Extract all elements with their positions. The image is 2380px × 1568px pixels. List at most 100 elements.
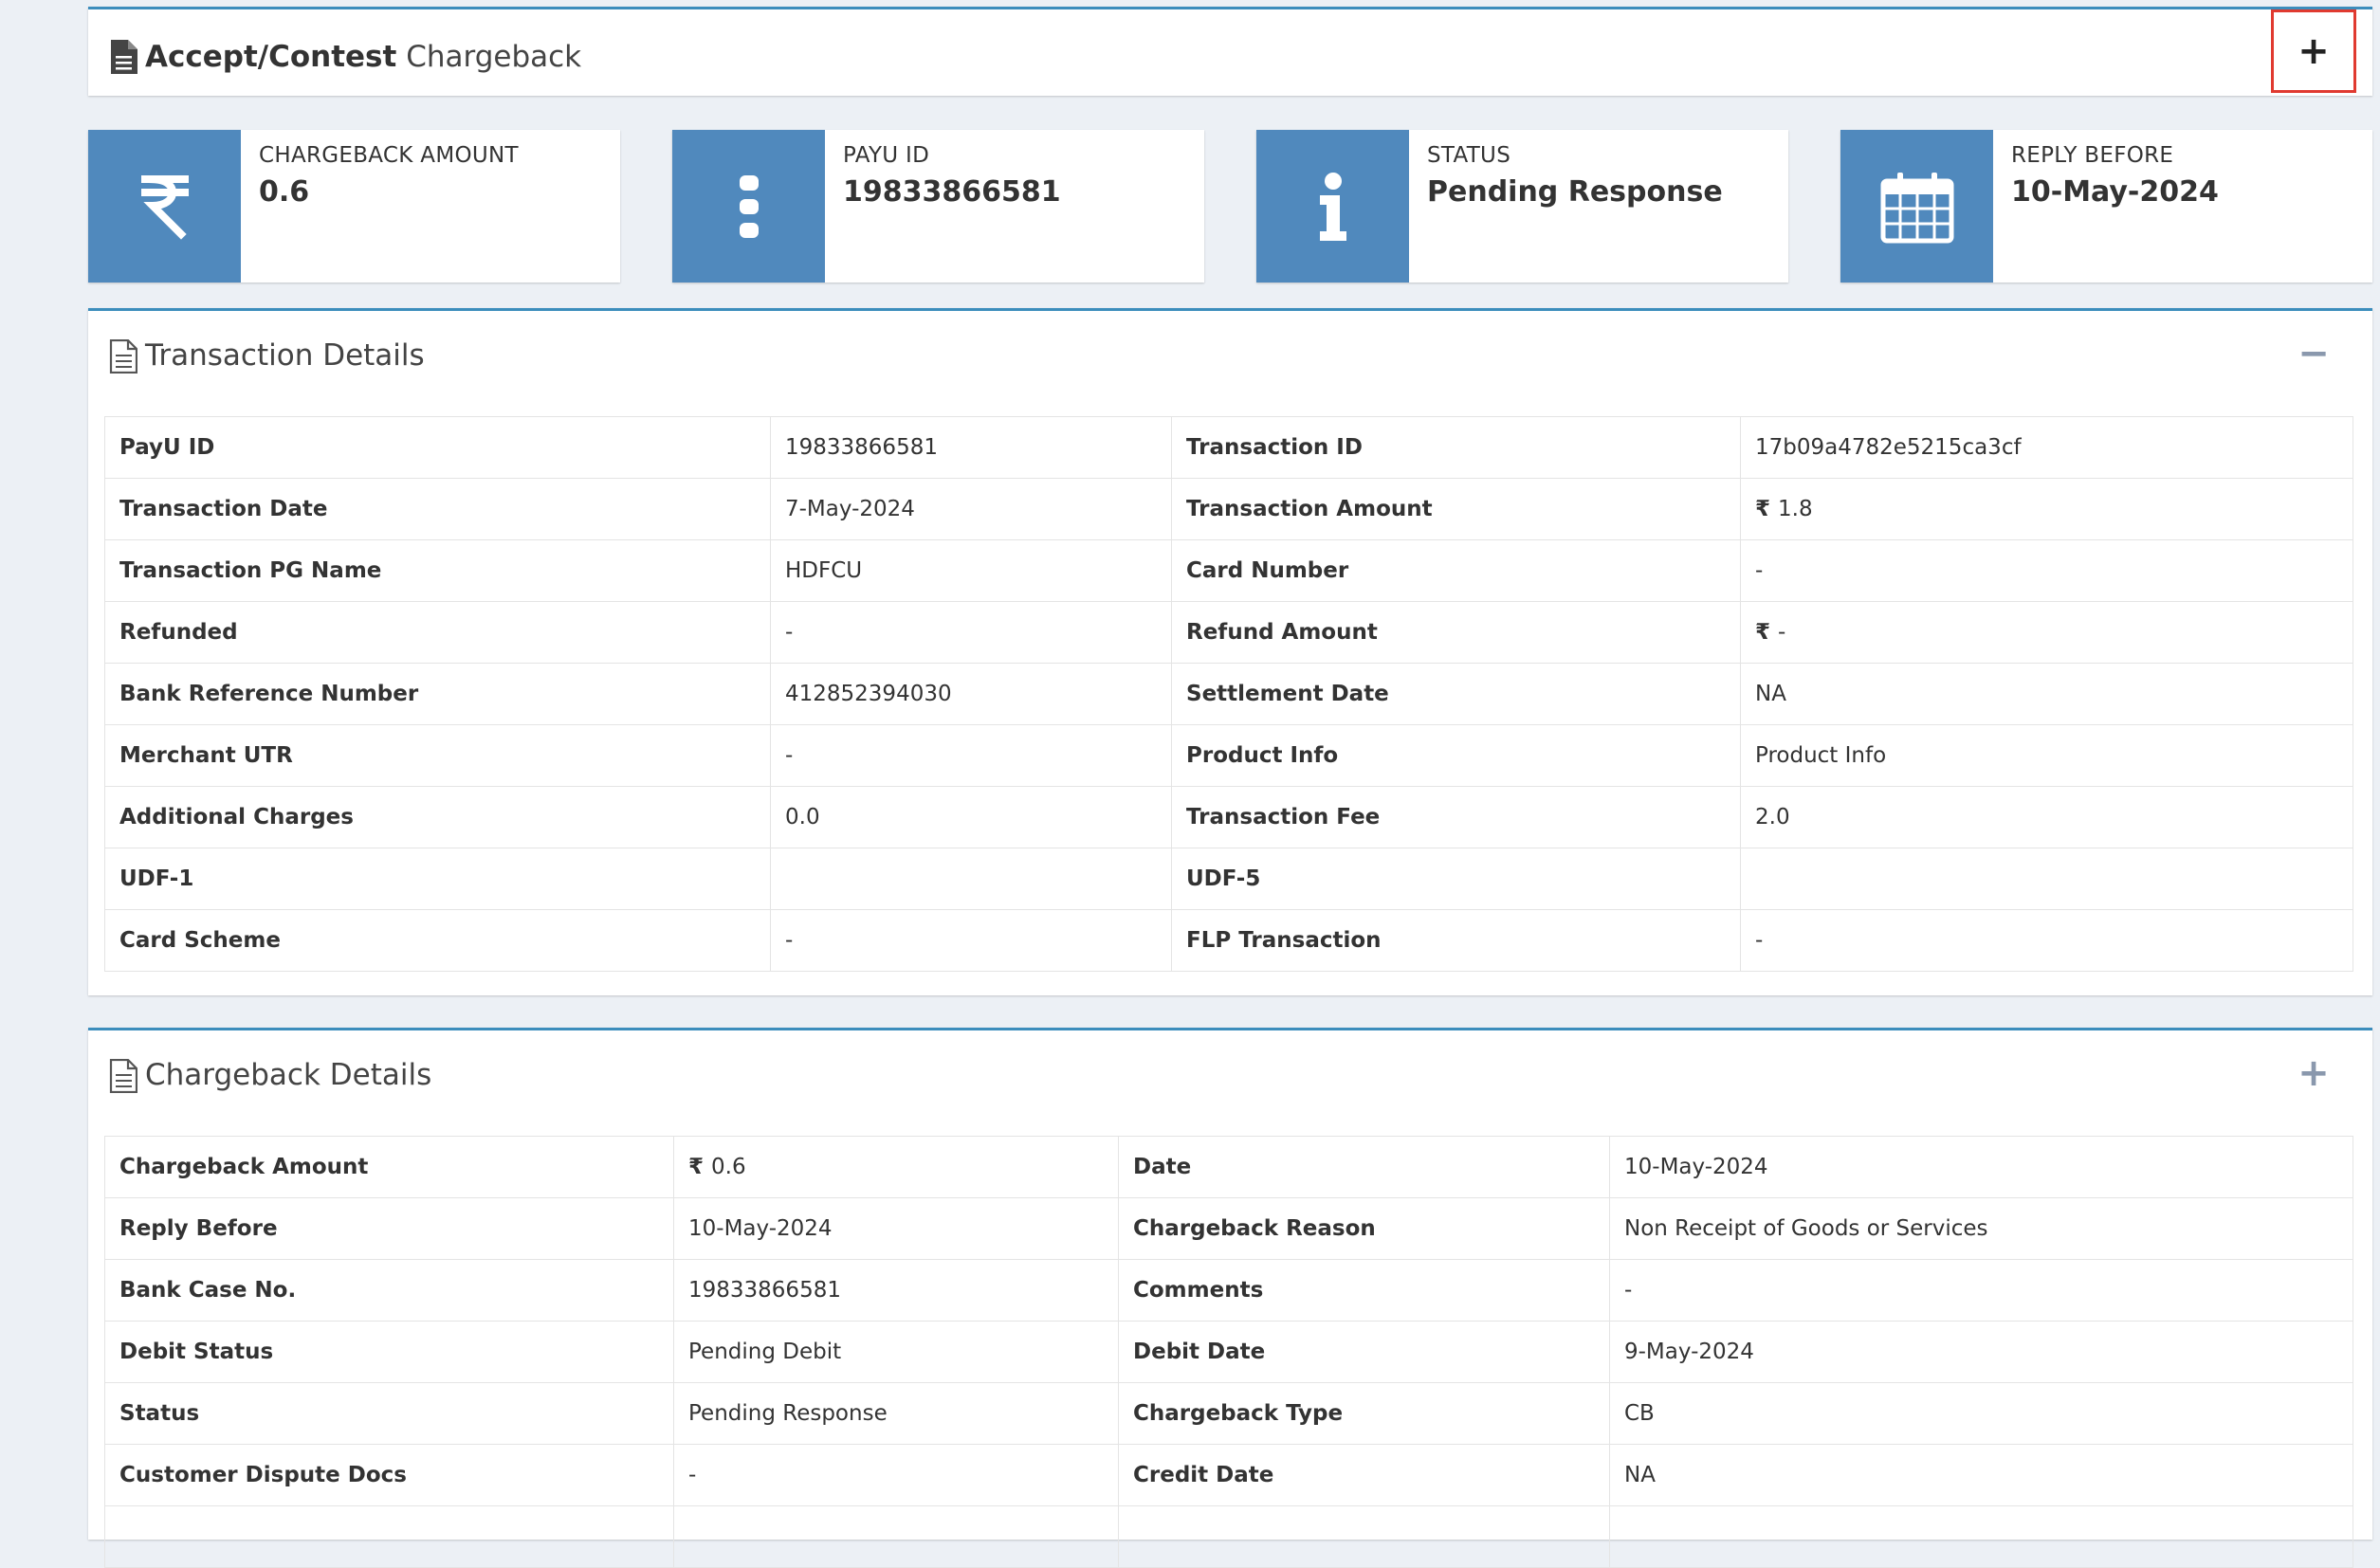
field-label-text: Bank Case No. <box>119 1278 297 1303</box>
transaction-details-table: PayU ID 19833866581 Transaction ID 17b09a47… <box>104 416 2353 972</box>
field-label: Credit Date <box>1118 1444 1610 1506</box>
field-label-text: Transaction Amount <box>1186 497 1433 521</box>
field-label-text: Chargeback Type <box>1133 1401 1344 1426</box>
field-label: Comments <box>1118 1259 1610 1322</box>
field-value: Pending Response <box>673 1382 1119 1445</box>
field-value-text: Non Receipt of Goods or Services <box>1624 1216 1988 1241</box>
field-label: Reply Before <box>104 1197 674 1260</box>
field-value: HDFCU <box>770 539 1172 602</box>
info-label: PAYU ID <box>843 143 930 168</box>
field-label-text: Merchant UTR <box>119 743 293 768</box>
field-value-text: NA <box>1755 682 1786 706</box>
section-title: Transaction Details <box>145 338 425 373</box>
field-value-text: - <box>785 928 794 953</box>
table-row: Card Scheme - FLP Transaction - <box>104 909 2353 972</box>
field-value: - <box>770 724 1172 787</box>
field-value <box>673 1505 1119 1568</box>
field-value-text: - <box>785 743 794 768</box>
field-value: NA <box>1609 1444 2353 1506</box>
field-value-text: Product Info <box>1755 743 1887 768</box>
chargeback-details-header: Chargeback Details + <box>88 1030 2372 1118</box>
table-row: Status Pending Response Chargeback Type CB <box>104 1382 2353 1445</box>
transaction-details-box: Transaction Details − PayU ID 19833866581… <box>88 308 2372 995</box>
field-label-text: Card Number <box>1186 558 1349 583</box>
field-value: 2.0 <box>1740 786 2353 848</box>
page-title: Accept/Contest Chargeback <box>145 38 581 76</box>
field-value-text: 2.0 <box>1755 805 1790 830</box>
field-label: Chargeback Amount <box>104 1136 674 1198</box>
table-row: Transaction PG Name HDFCU Card Number - <box>104 539 2353 602</box>
rupee-icon: ₹ <box>1755 497 1771 521</box>
section-title: Chargeback Details <box>145 1058 432 1092</box>
field-label-text: Transaction Date <box>119 497 328 521</box>
field-value: - <box>1740 909 2353 972</box>
table-row: Transaction Date 7-May-2024 Transaction Am… <box>104 478 2353 540</box>
field-label <box>104 1505 674 1568</box>
field-value-text: - <box>1778 620 1786 645</box>
table-row: Additional Charges 0.0 Transaction Fee 2.0 <box>104 786 2353 848</box>
field-value: 10-May-2024 <box>1609 1136 2353 1198</box>
table-row: Bank Reference Number 412852394030 Settlem… <box>104 663 2353 725</box>
field-label: Refunded <box>104 601 771 664</box>
field-label: Bank Case No. <box>104 1259 674 1322</box>
field-label: Card Number <box>1171 539 1741 602</box>
field-value-text: CB <box>1624 1401 1655 1426</box>
field-label: UDF-5 <box>1171 848 1741 910</box>
calendar-icon <box>1840 130 1993 283</box>
field-label-text: Date <box>1133 1155 1192 1179</box>
table-row: PayU ID 19833866581 Transaction ID 17b09a47… <box>104 416 2353 479</box>
field-value-text: - <box>1624 1278 1633 1303</box>
field-value: 10-May-2024 <box>673 1197 1119 1260</box>
page-title-bold: Accept/Contest <box>145 40 397 74</box>
field-value-text: 412852394030 <box>785 682 952 706</box>
field-value: 7-May-2024 <box>770 478 1172 540</box>
table-row <box>104 1505 2353 1568</box>
field-label: Settlement Date <box>1171 663 1741 725</box>
field-value: ₹1.8 <box>1740 478 2353 540</box>
field-label-text: Transaction PG Name <box>119 558 382 583</box>
table-row: Chargeback Amount ₹0.6 Date 10-May-2024 <box>104 1136 2353 1198</box>
field-label: PayU ID <box>104 416 771 479</box>
field-value <box>770 848 1172 910</box>
info-label: STATUS <box>1427 143 1511 168</box>
info-label: CHARGEBACK AMOUNT <box>259 143 519 168</box>
field-label-text: Debit Status <box>119 1340 274 1364</box>
field-label-text: Additional Charges <box>119 805 354 830</box>
field-label: Bank Reference Number <box>104 663 771 725</box>
document-icon <box>111 40 137 74</box>
field-label-text: Comments <box>1133 1278 1264 1303</box>
field-value: 0.0 <box>770 786 1172 848</box>
field-value: ₹0.6 <box>673 1136 1119 1198</box>
ellipsis-vertical-icon <box>672 130 825 283</box>
field-label: Customer Dispute Docs <box>104 1444 674 1506</box>
field-label-text: Refunded <box>119 620 238 645</box>
rupee-icon <box>88 130 241 283</box>
field-label-text: FLP Transaction <box>1186 928 1382 953</box>
rupee-icon: ₹ <box>688 1155 705 1179</box>
field-label: Additional Charges <box>104 786 771 848</box>
field-label-text: Transaction ID <box>1186 435 1363 460</box>
field-label-text: Bank Reference Number <box>119 682 419 706</box>
expand-toggle-button[interactable]: + <box>2271 9 2356 93</box>
field-value-text: 10-May-2024 <box>1624 1155 1768 1179</box>
collapse-button[interactable]: − <box>2271 311 2356 396</box>
field-value: 19833866581 <box>770 416 1172 479</box>
field-value: CB <box>1609 1382 2353 1445</box>
field-value-text: - <box>785 620 794 645</box>
field-value: Non Receipt of Goods or Services <box>1609 1197 2353 1260</box>
field-value-text: 1.8 <box>1778 497 1813 521</box>
info-value: Pending Response <box>1427 175 1723 209</box>
expand-button[interactable]: + <box>2271 1030 2356 1116</box>
info-value: 19833866581 <box>843 175 1061 209</box>
field-value: - <box>770 909 1172 972</box>
field-label-text: Credit Date <box>1133 1463 1274 1487</box>
table-row: Reply Before 10-May-2024 Chargeback Reason… <box>104 1197 2353 1260</box>
table-row: Refunded - Refund Amount ₹ - <box>104 601 2353 664</box>
field-value-text: Pending Debit <box>688 1340 842 1364</box>
field-label: Merchant UTR <box>104 724 771 787</box>
field-value: - <box>673 1444 1119 1506</box>
field-value: - <box>1740 539 2353 602</box>
field-label-text: UDF-5 <box>1186 866 1261 891</box>
info-icon <box>1256 130 1409 283</box>
field-value: NA <box>1740 663 2353 725</box>
